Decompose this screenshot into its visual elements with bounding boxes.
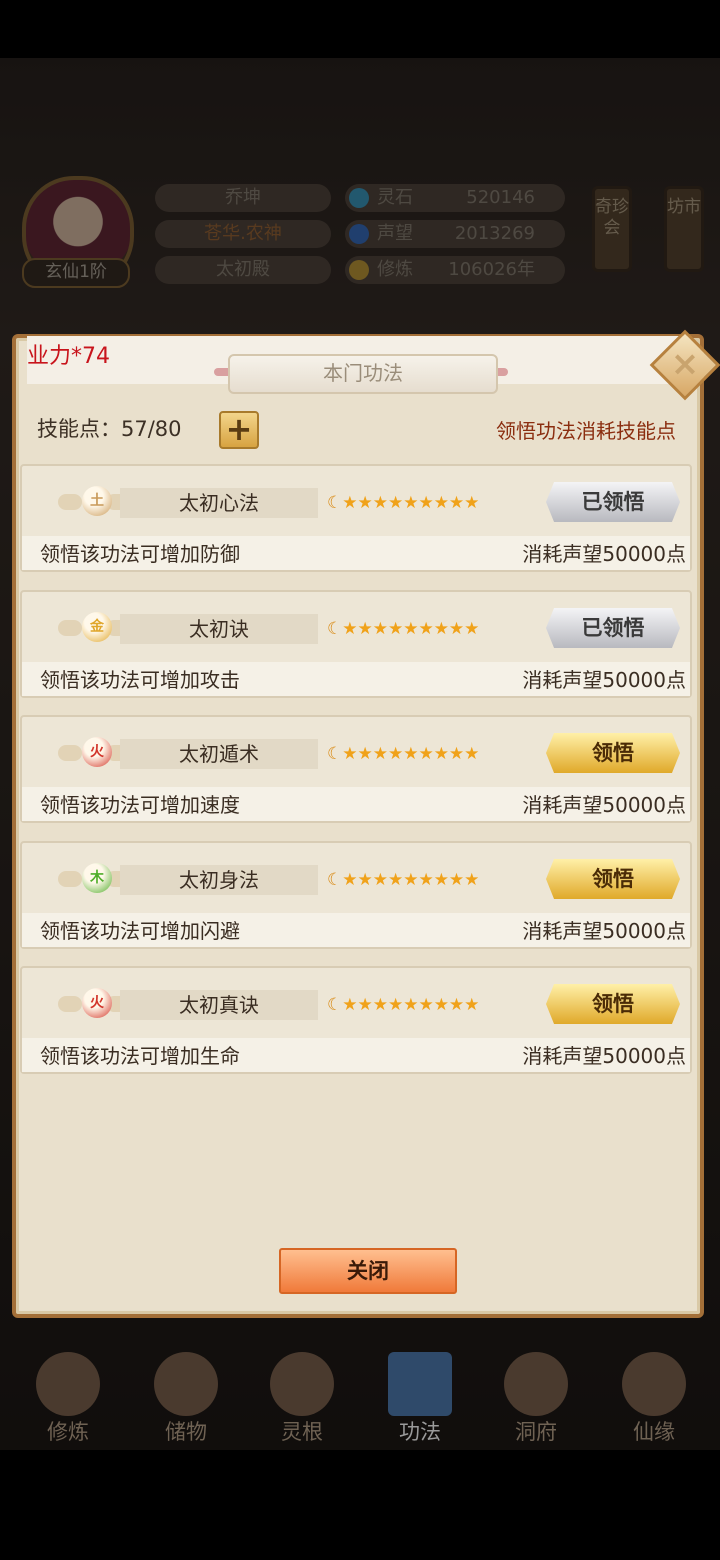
nav-label: 仙缘 [633, 1420, 675, 1444]
moon-icon: ☾ [327, 995, 343, 1015]
element-orb: 火 [82, 737, 112, 767]
star-rating: ☾★★★★★★★★★ [327, 741, 479, 767]
element-orb: 金 [82, 612, 112, 642]
skill-card: 金 太初诀 ☾★★★★★★★★★ 已领悟 领悟该功法可增加攻击 消耗声望5000… [20, 590, 692, 698]
skill-description: 领悟该功法可增加攻击 [40, 668, 240, 692]
dialog-title: 本门功法 [228, 354, 498, 394]
stars-icon: ★★★★★★★★★ [342, 493, 480, 513]
stars-icon: ★★★★★★★★★ [342, 995, 480, 1015]
moon-icon: ☾ [327, 619, 343, 639]
wing-left [58, 996, 82, 1012]
close-button[interactable]: 关闭 [279, 1248, 457, 1294]
nav-spirit-root[interactable]: 灵根 [252, 1342, 352, 1446]
hint-text: 领悟功法消耗技能点 [496, 419, 676, 443]
book-icon [388, 1352, 452, 1416]
storage-bag-icon [154, 1352, 218, 1416]
moon-icon: ☾ [327, 744, 343, 764]
skill-name: 太初诀 [120, 614, 318, 644]
skill-points: 技能点：57/80 [37, 414, 182, 444]
learned-button[interactable]: 已领悟 [546, 608, 680, 648]
skill-description: 领悟该功法可增加防御 [40, 542, 240, 566]
star-rating: ☾★★★★★★★★★ [327, 992, 479, 1018]
element-orb: 土 [82, 486, 112, 516]
skill-cost: 消耗声望50000点 [522, 793, 686, 817]
add-skill-points-button[interactable]: + [219, 411, 259, 449]
stars-icon: ★★★★★★★★★ [342, 619, 480, 639]
nav-label: 修炼 [47, 1420, 89, 1444]
spirit-root-icon [270, 1352, 334, 1416]
star-rating: ☾★★★★★★★★★ [327, 867, 479, 893]
fate-icon [622, 1352, 686, 1416]
star-rating: ☾★★★★★★★★★ [327, 616, 479, 642]
learned-button[interactable]: 已领悟 [546, 482, 680, 522]
wing-left [58, 620, 82, 636]
skill-description: 领悟该功法可增加闪避 [40, 919, 240, 943]
stars-icon: ★★★★★★★★★ [342, 744, 480, 764]
skill-cost: 消耗声望50000点 [522, 919, 686, 943]
nav-label: 储物 [165, 1420, 207, 1444]
learn-button[interactable]: 领悟 [546, 984, 680, 1024]
learn-button[interactable]: 领悟 [546, 859, 680, 899]
skill-card: 土 太初心法 ☾★★★★★★★★★ 已领悟 领悟该功法可增加防御 消耗声望500… [20, 464, 692, 572]
close-x-glyph: × [670, 344, 700, 384]
moon-icon: ☾ [327, 493, 343, 513]
skill-points-value: 57/80 [121, 417, 182, 441]
element-orb: 木 [82, 863, 112, 893]
nav-techniques[interactable]: 功法 [370, 1342, 470, 1446]
cultivate-icon [36, 1352, 100, 1416]
nav-storage[interactable]: 储物 [136, 1342, 236, 1446]
skill-card: 木 太初身法 ☾★★★★★★★★★ 领悟 领悟该功法可增加闪避 消耗声望5000… [20, 841, 692, 949]
skill-points-label: 技能点： [37, 417, 121, 441]
skill-cost: 消耗声望50000点 [522, 1044, 686, 1068]
nav-label: 功法 [399, 1420, 441, 1444]
wing-left [58, 745, 82, 761]
skill-cost: 消耗声望50000点 [522, 668, 686, 692]
wing-left [58, 494, 82, 510]
skill-name: 太初遁术 [120, 739, 318, 769]
skill-card: 火 太初遁术 ☾★★★★★★★★★ 领悟 领悟该功法可增加速度 消耗声望5000… [20, 715, 692, 823]
skill-description: 领悟该功法可增加生命 [40, 1044, 240, 1068]
skill-name: 太初心法 [120, 488, 318, 518]
skill-name: 太初身法 [120, 865, 318, 895]
nav-label: 洞府 [515, 1420, 557, 1444]
moon-icon: ☾ [327, 870, 343, 890]
karma-notification: 业力*74 [27, 344, 110, 369]
skill-cost: 消耗声望50000点 [522, 542, 686, 566]
nav-cave[interactable]: 洞府 [486, 1342, 586, 1446]
wing-left [58, 871, 82, 887]
nav-label: 灵根 [281, 1420, 323, 1444]
skill-description: 领悟该功法可增加速度 [40, 793, 240, 817]
learn-button[interactable]: 领悟 [546, 733, 680, 773]
nav-cultivate[interactable]: 修炼 [18, 1342, 118, 1446]
skill-name: 太初真诀 [120, 990, 318, 1020]
cave-house-icon [504, 1352, 568, 1416]
element-orb: 火 [82, 988, 112, 1018]
nav-fate[interactable]: 仙缘 [604, 1342, 704, 1446]
skill-card: 火 太初真诀 ☾★★★★★★★★★ 领悟 领悟该功法可增加生命 消耗声望5000… [20, 966, 692, 1074]
stars-icon: ★★★★★★★★★ [342, 870, 480, 890]
star-rating: ☾★★★★★★★★★ [327, 490, 479, 516]
